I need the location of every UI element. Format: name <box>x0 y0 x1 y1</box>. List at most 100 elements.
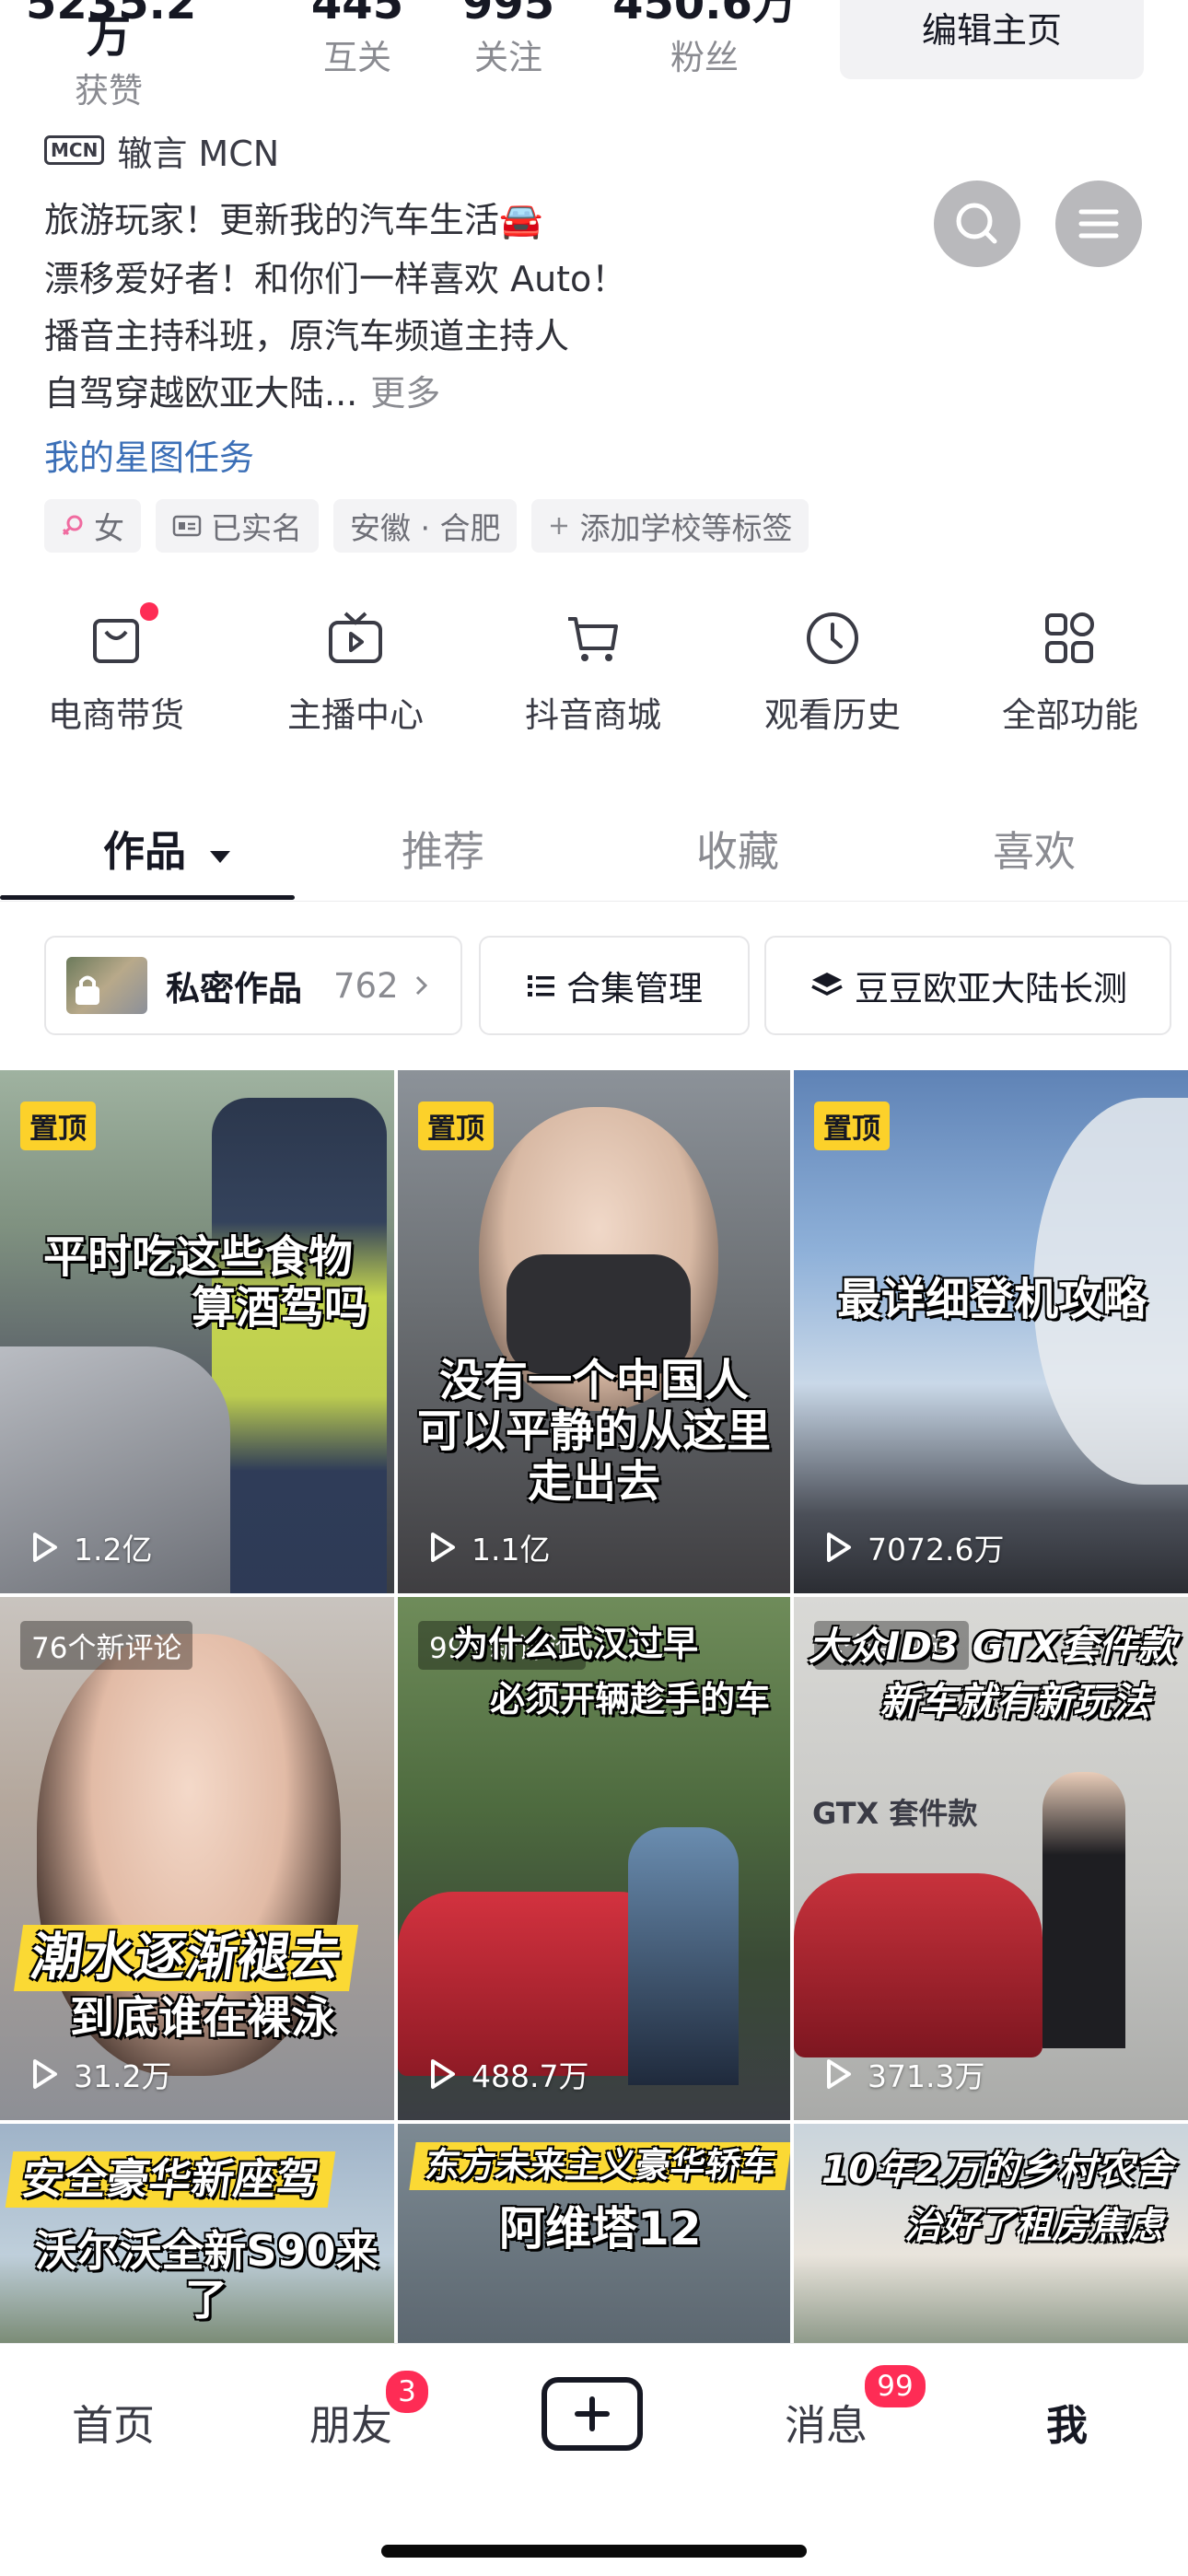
stat-likes[interactable]: 5235.2万 获赞 <box>26 0 197 112</box>
play-icon <box>827 2059 851 2089</box>
collection-manage-button[interactable]: 合集管理 <box>479 936 750 1035</box>
nav-me[interactable]: 我 <box>1046 2392 1088 2452</box>
caption-line: 可以平静的从这里 <box>416 1405 771 1458</box>
video-caption-line: 沃尔沃全新S90来了 <box>34 2226 379 2325</box>
search-icon <box>956 203 997 244</box>
stat-value: 445 <box>310 0 404 29</box>
search-button[interactable] <box>934 181 1020 267</box>
private-thumbnail <box>66 957 147 1014</box>
list-icon <box>528 975 554 997</box>
tool-ecommerce[interactable]: 电商带货 <box>24 608 208 737</box>
tool-douyin-mall[interactable]: 抖音商城 <box>501 608 685 737</box>
stat-following[interactable]: 995 关注 <box>425 0 591 79</box>
video-tile[interactable]: 4个新评论 大众ID3 GTX套件款 新车就有新玩法 GTX 套件款 371.3… <box>794 1597 1188 2120</box>
video-caption-line: 到底谁在裸泳 <box>70 1992 336 2044</box>
video-tile[interactable]: 置顶 平时吃这些食物 算酒驾吗 1.2亿 <box>0 1070 394 1593</box>
play-icon <box>33 1533 57 1562</box>
tab-works[interactable]: 作品 <box>103 818 234 878</box>
tag-add-school[interactable]: 添加学校等标签 <box>531 499 809 553</box>
play-count-value: 1.2亿 <box>74 1532 153 1568</box>
cart-icon <box>568 617 618 661</box>
play-icon <box>431 2059 455 2089</box>
tag-location[interactable]: 安徽 · 合肥 <box>333 499 518 553</box>
series-button[interactable]: 豆豆欧亚大陆长测 <box>764 936 1171 1035</box>
play-icon <box>431 1533 455 1562</box>
video-tile[interactable]: 置顶 没有一个中国人 可以平静的从这里 走出去 1.1亿 <box>398 1070 790 1593</box>
tool-label: 观看历史 <box>764 695 901 735</box>
play-count: 7072.6万 <box>820 1525 1004 1569</box>
play-count: 1.2亿 <box>26 1525 152 1569</box>
pinned-badge: 置顶 <box>814 1102 890 1150</box>
play-icon <box>827 1533 851 1562</box>
video-tile[interactable]: 76个新评论 潮水逐渐褪去 到底谁在裸泳 31.2万 <box>0 1597 394 2120</box>
video-tile[interactable]: 东方未来主义豪华轿车 阿维塔12 <box>398 2124 790 2343</box>
tool-watch-history[interactable]: 观看历史 <box>740 608 925 737</box>
gtx-sign: GTX 套件款 <box>812 1796 978 1831</box>
tab-favorites[interactable]: 收藏 <box>696 818 779 878</box>
home-indicator <box>381 2545 807 2558</box>
tag-label: 女 <box>94 510 124 546</box>
bio-line: 播音主持科班，原汽车频道主持人 <box>44 316 570 356</box>
tab-likes[interactable]: 喜欢 <box>993 818 1076 878</box>
video-caption-line: 必须开辆趁手的车 <box>490 1679 771 1719</box>
caption-line: 走出去 <box>527 1456 660 1509</box>
friends-badge: 3 <box>383 2368 431 2416</box>
tool-label: 抖音商城 <box>525 695 661 735</box>
plus-icon <box>551 518 568 534</box>
lock-icon <box>76 975 99 1005</box>
female-icon <box>62 515 83 536</box>
caption-line: 没有一个中国人 <box>438 1355 749 1406</box>
nav-home[interactable]: 首页 <box>72 2392 155 2452</box>
nav-friends[interactable]: 朋友 <box>309 2392 392 2452</box>
tab-underline <box>0 895 295 900</box>
stat-label: 粉丝 <box>670 38 739 77</box>
mcn-row[interactable]: MCN 辙言 MCN <box>44 127 279 174</box>
officer-figure <box>212 1098 387 1593</box>
tool-all-features[interactable]: 全部功能 <box>978 608 1162 737</box>
play-count-value: 7072.6万 <box>868 1532 1005 1568</box>
stat-mutual[interactable]: 445 互关 <box>274 0 440 79</box>
caret-down-icon <box>209 851 230 863</box>
person <box>628 1827 739 2085</box>
chevron-right-icon <box>415 975 427 996</box>
star-task-link[interactable]: 我的星图任务 <box>44 429 254 480</box>
nav-messages[interactable]: 消息 <box>785 2392 868 2452</box>
play-count: 1.1亿 <box>424 1525 550 1569</box>
tag-label: 添加学校等标签 <box>579 510 793 546</box>
edit-profile-button[interactable]: 编辑主页 <box>840 0 1144 79</box>
video-tile[interactable]: 置顶 最详细登机攻略 7072.6万 <box>794 1070 1188 1593</box>
stat-label: 获赞 <box>75 71 143 111</box>
private-works-button[interactable]: 私密作品 762 <box>44 936 462 1035</box>
tag-label: 安徽 · 合肥 <box>350 510 501 546</box>
tag-gender[interactable]: 女 <box>44 499 141 553</box>
red-car <box>794 1873 1042 2057</box>
stat-value: 5235.2万 <box>26 0 197 63</box>
create-button[interactable] <box>542 2377 643 2451</box>
video-tile[interactable]: 10年2万的乡村农舍 治好了租房焦虑 <box>794 2124 1188 2343</box>
video-tile[interactable]: 99+新评论 为什么武汉过早 必须开辆趁手的车 488.7万 <box>398 1597 790 2120</box>
video-caption-line: 为什么武汉过早 <box>453 1624 699 1664</box>
id-card-icon <box>172 515 202 537</box>
play-count: 371.3万 <box>820 2052 984 2096</box>
person <box>1042 1772 1125 2048</box>
profile-tags: 女 已实名 安徽 · 合肥 添加学校等标签 <box>44 499 809 553</box>
tool-label: 电商带货 <box>48 695 184 735</box>
caption-line: 平时吃这些食物 <box>42 1231 353 1283</box>
tool-anchor-center[interactable]: 主播中心 <box>263 608 448 737</box>
play-count-value: 31.2万 <box>74 2058 172 2094</box>
messages-badge: 99 <box>862 2362 928 2410</box>
tool-label: 全部功能 <box>1002 695 1138 735</box>
video-caption: 最详细登机攻略 <box>836 1274 1147 1325</box>
bio-line-last: 自驾穿越欧亚大陆... 更多 <box>44 365 440 422</box>
tag-verified[interactable]: 已实名 <box>156 499 319 553</box>
menu-button[interactable] <box>1055 181 1142 267</box>
tabs-divider <box>0 901 1188 902</box>
bio-more-link[interactable]: 更多 <box>370 373 440 414</box>
plus-icon <box>575 2396 610 2431</box>
video-caption-line: 新车就有新玩法 <box>879 1679 1150 1724</box>
tab-recommend[interactable]: 推荐 <box>402 818 484 878</box>
stat-followers[interactable]: 450.6万 粉丝 <box>608 0 801 79</box>
video-tile[interactable]: 安全豪华新座驾 沃尔沃全新S90来了 <box>0 2124 394 2343</box>
pinned-badge: 置顶 <box>418 1102 494 1150</box>
layers-icon <box>811 973 843 996</box>
